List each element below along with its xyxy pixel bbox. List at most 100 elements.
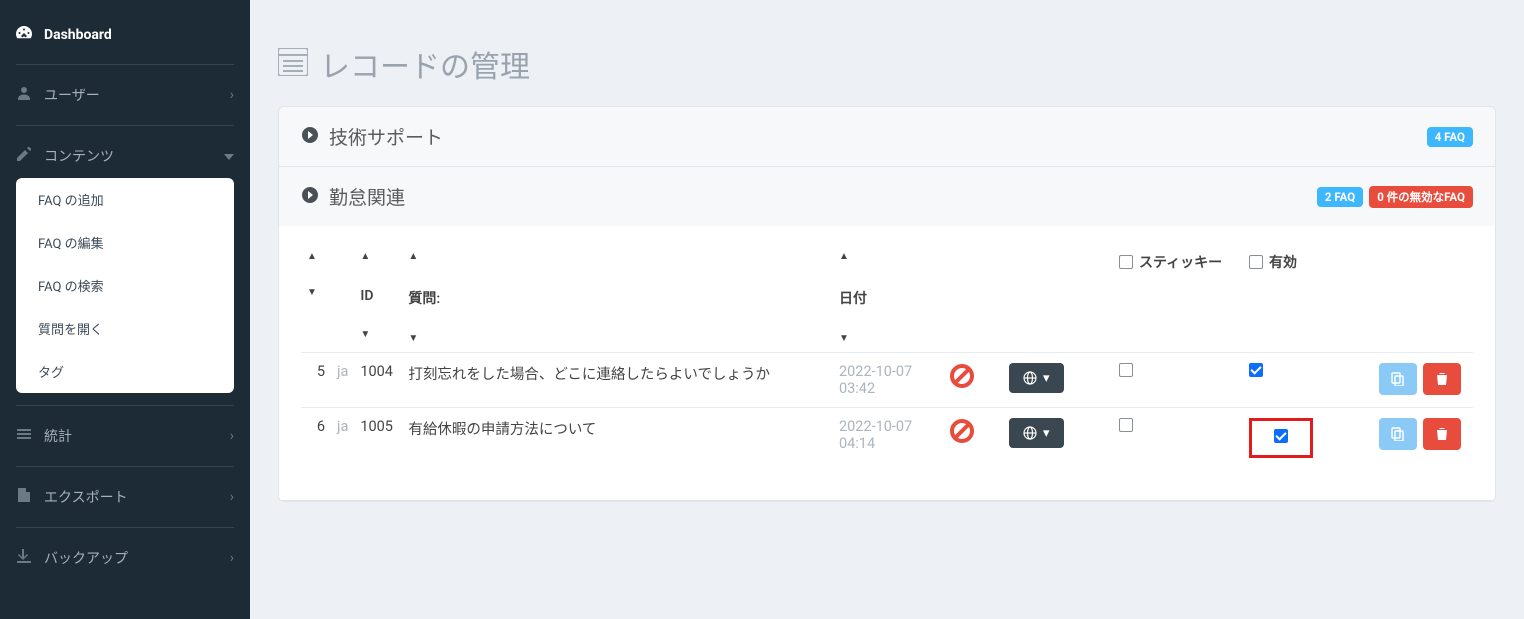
sidebar-item-contents[interactable]: コンテンツ [0, 138, 250, 174]
section-tech-support: 技術サポート 4 FAQ [279, 107, 1495, 167]
chevron-circle-icon [301, 126, 319, 148]
cell-question[interactable]: 打刻忘れをした場合、どこに連絡したらよいでしょうか [402, 353, 833, 408]
edit-icon [16, 147, 32, 165]
section-title: 技術サポート [329, 123, 1421, 150]
language-button[interactable]: ▾ [1009, 363, 1064, 393]
delete-button[interactable] [1423, 363, 1461, 395]
list-icon [278, 48, 308, 80]
sidebar-label: エクスポート [44, 487, 218, 507]
divider [16, 466, 234, 467]
table-container: ▲▼ ▲ID▼ ▲質問:▼ ▲日付▼ [279, 226, 1495, 500]
cell-actions [1373, 408, 1473, 469]
page-title: レコードの管理 [320, 42, 530, 86]
download-icon [16, 549, 32, 567]
sidebar-label: ユーザー [44, 85, 218, 105]
divider [16, 125, 234, 126]
col-ban [943, 244, 1003, 353]
records-table: ▲▼ ▲ID▼ ▲質問:▼ ▲日付▼ [301, 244, 1473, 468]
cell-actions [1373, 353, 1473, 408]
caret-down-icon: ▾ [1043, 370, 1050, 386]
submenu-faq-search[interactable]: FAQ の検索 [16, 264, 234, 307]
col-id[interactable]: ▲ID▼ [354, 244, 402, 353]
file-icon [16, 488, 32, 506]
sidebar-item-user[interactable]: ユーザー › [0, 77, 250, 113]
trash-icon [1435, 427, 1449, 441]
dashboard-icon [16, 26, 32, 44]
main-content: レコードの管理 技術サポート 4 FAQ 勤怠関連 2 FAQ 0 件の無効なF… [250, 0, 1524, 619]
cell-date: 2022-10-07 03:42 [833, 353, 943, 408]
language-button[interactable]: ▾ [1009, 418, 1064, 448]
col-globe [1003, 244, 1113, 353]
section-header-tech[interactable]: 技術サポート 4 FAQ [279, 107, 1495, 166]
cell-question[interactable]: 有給休暇の申請方法について [402, 408, 833, 469]
submenu-contents: FAQ の追加 FAQ の編集 FAQ の検索 質問を開く タグ [16, 178, 234, 393]
chevron-right-icon: › [230, 489, 234, 505]
cell-lang: ja [331, 353, 354, 408]
cell-date: 2022-10-07 04:14 [833, 408, 943, 469]
col-actions [1373, 244, 1473, 353]
sticky-checkbox[interactable] [1119, 418, 1133, 432]
copy-button[interactable] [1379, 418, 1417, 450]
sidebar-label: バックアップ [44, 548, 218, 568]
faq-count-badge: 4 FAQ [1427, 127, 1473, 147]
section-title: 勤怠関連 [329, 183, 1311, 210]
invalid-faq-badge: 0 件の無効なFAQ [1369, 186, 1473, 208]
submenu-tag[interactable]: タグ [16, 350, 234, 393]
sidebar-item-backup[interactable]: バックアップ › [0, 540, 250, 576]
copy-button[interactable] [1379, 363, 1417, 395]
sidebar-item-stats[interactable]: 統計 › [0, 418, 250, 454]
chevron-right-icon: › [230, 87, 234, 103]
sidebar-label: コンテンツ [44, 146, 212, 166]
submenu-faq-add[interactable]: FAQ の追加 [16, 178, 234, 221]
sidebar-label: Dashboard [44, 27, 234, 43]
divider [16, 527, 234, 528]
col-sticky[interactable]: スティッキー [1113, 244, 1243, 353]
submenu-faq-edit[interactable]: FAQ の編集 [16, 221, 234, 264]
bars-icon [16, 427, 32, 445]
chevron-right-icon: › [230, 428, 234, 444]
section-header-attendance[interactable]: 勤怠関連 2 FAQ 0 件の無効なFAQ [279, 167, 1495, 226]
cell-sticky [1113, 408, 1243, 469]
copy-icon [1391, 427, 1405, 441]
faq-count-badge: 2 FAQ [1317, 187, 1363, 207]
active-checkbox[interactable] [1249, 363, 1263, 377]
cell-id: 1004 [354, 353, 402, 408]
records-panel: 技術サポート 4 FAQ 勤怠関連 2 FAQ 0 件の無効なFAQ ▲▼ [278, 106, 1496, 502]
cell-id: 1005 [354, 408, 402, 469]
table-row: 5 ja 1004 打刻忘れをした場合、どこに連絡したらよいでしょうか 2022… [301, 353, 1473, 408]
cell-lang: ja [331, 408, 354, 469]
active-all-checkbox[interactable] [1249, 255, 1263, 269]
col-lang [331, 244, 354, 353]
table-row: 6 ja 1005 有給休暇の申請方法について 2022-10-07 04:14… [301, 408, 1473, 469]
cell-globe: ▾ [1003, 408, 1113, 469]
user-icon [16, 86, 32, 104]
active-checkbox[interactable] [1274, 429, 1288, 443]
caret-down-icon: ▾ [1043, 425, 1050, 441]
cell-ban [943, 408, 1003, 469]
chevron-right-icon: › [230, 550, 234, 566]
col-date[interactable]: ▲日付▼ [833, 244, 943, 353]
cell-active [1243, 353, 1373, 408]
col-active[interactable]: 有効 [1243, 244, 1373, 353]
page-title-row: レコードの管理 [278, 42, 1496, 86]
globe-icon [1023, 426, 1037, 440]
col-question[interactable]: ▲質問:▼ [402, 244, 833, 353]
cell-globe: ▾ [1003, 353, 1113, 408]
cell-sticky [1113, 353, 1243, 408]
sidebar-item-dashboard[interactable]: Dashboard [0, 18, 250, 52]
delete-button[interactable] [1423, 418, 1461, 450]
sticky-all-checkbox[interactable] [1119, 255, 1133, 269]
copy-icon [1391, 372, 1405, 386]
submenu-open-question[interactable]: 質問を開く [16, 307, 234, 350]
ban-icon [949, 418, 975, 448]
divider [16, 64, 234, 65]
ban-icon [949, 363, 975, 393]
cell-seq: 6 [301, 408, 331, 469]
trash-icon [1435, 372, 1449, 386]
cell-seq: 5 [301, 353, 331, 408]
divider [16, 405, 234, 406]
col-seq[interactable]: ▲▼ [301, 244, 331, 353]
sticky-checkbox[interactable] [1119, 363, 1133, 377]
chevron-down-icon [224, 148, 234, 164]
sidebar-item-export[interactable]: エクスポート › [0, 479, 250, 515]
